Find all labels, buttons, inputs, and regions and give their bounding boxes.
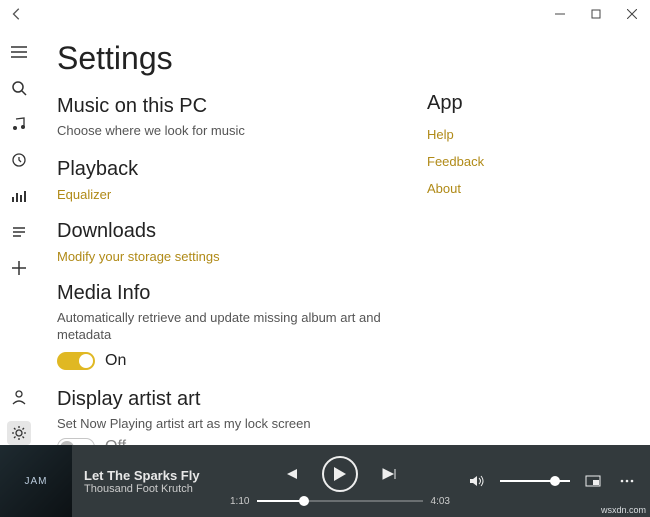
elapsed-time: 1:10 bbox=[230, 496, 249, 507]
equalizer-link[interactable]: Equalizer bbox=[57, 187, 427, 202]
track-title[interactable]: Let The Sparks Fly bbox=[84, 468, 214, 483]
recent-icon[interactable] bbox=[7, 148, 31, 172]
help-link[interactable]: Help bbox=[427, 127, 607, 142]
volume-icon[interactable] bbox=[466, 470, 488, 492]
hamburger-icon[interactable] bbox=[7, 40, 31, 64]
progress-row: 1:10 4:03 bbox=[230, 496, 450, 507]
artist-art-toggle-label: Off bbox=[105, 438, 126, 445]
content: Settings Music on this PC Choose where w… bbox=[37, 28, 650, 445]
music-note-icon[interactable] bbox=[7, 112, 31, 136]
add-icon[interactable] bbox=[7, 256, 31, 280]
section-playback-heading: Playback bbox=[57, 158, 427, 181]
section-music-heading: Music on this PC bbox=[57, 95, 427, 118]
duration-time: 4:03 bbox=[431, 496, 450, 507]
progress-slider[interactable] bbox=[257, 500, 422, 502]
player-bar: JAM Let The Sparks Fly Thousand Foot Kru… bbox=[0, 445, 650, 517]
section-artist-heading: Display artist art bbox=[57, 388, 427, 411]
storage-settings-link[interactable]: Modify your storage settings bbox=[57, 249, 427, 264]
next-button[interactable] bbox=[378, 463, 400, 485]
more-icon[interactable] bbox=[616, 470, 638, 492]
watermark: wsxdn.com bbox=[601, 505, 646, 515]
settings-icon[interactable] bbox=[7, 421, 31, 445]
artist-art-toggle[interactable] bbox=[57, 438, 95, 445]
section-artist-desc: Set Now Playing artist art as my lock sc… bbox=[57, 415, 427, 433]
back-button[interactable] bbox=[6, 3, 28, 25]
maximize-button[interactable] bbox=[578, 0, 614, 28]
section-music-desc: Choose where we look for music bbox=[57, 122, 427, 140]
now-playing-icon[interactable] bbox=[7, 184, 31, 208]
titlebar bbox=[0, 0, 650, 28]
album-art[interactable]: JAM bbox=[0, 445, 72, 517]
about-link[interactable]: About bbox=[427, 181, 607, 196]
miniplayer-icon[interactable] bbox=[582, 470, 604, 492]
section-media-heading: Media Info bbox=[57, 282, 427, 305]
window-controls bbox=[542, 0, 650, 28]
track-artist[interactable]: Thousand Foot Krutch bbox=[84, 483, 214, 495]
search-icon[interactable] bbox=[7, 76, 31, 100]
media-info-toggle[interactable] bbox=[57, 352, 95, 370]
close-button[interactable] bbox=[614, 0, 650, 28]
track-info: Let The Sparks Fly Thousand Foot Krutch bbox=[84, 468, 214, 495]
feedback-link[interactable]: Feedback bbox=[427, 154, 607, 169]
sidebar bbox=[0, 28, 37, 445]
account-icon[interactable] bbox=[7, 385, 31, 409]
section-media-desc: Automatically retrieve and update missin… bbox=[57, 309, 427, 344]
section-app-heading: App bbox=[427, 92, 607, 115]
page-title: Settings bbox=[57, 40, 427, 77]
minimize-button[interactable] bbox=[542, 0, 578, 28]
media-info-toggle-label: On bbox=[105, 352, 126, 370]
playlist-icon[interactable] bbox=[7, 220, 31, 244]
volume-slider[interactable] bbox=[500, 480, 570, 482]
play-button[interactable] bbox=[322, 456, 358, 492]
section-downloads-heading: Downloads bbox=[57, 220, 427, 243]
previous-button[interactable] bbox=[280, 463, 302, 485]
